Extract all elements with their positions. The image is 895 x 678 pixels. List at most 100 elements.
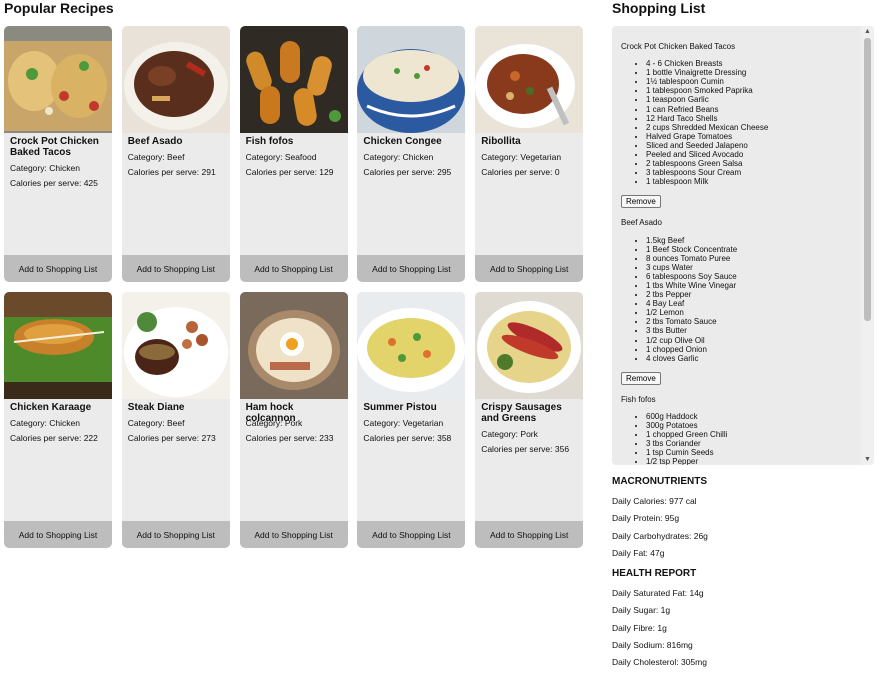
category-value: Vegetarian	[402, 418, 444, 428]
ingredient-item: 1 Beef Stock Concentrate	[646, 245, 860, 254]
category-value: Vegetarian	[520, 152, 562, 162]
recipe-photo	[4, 292, 112, 399]
recipe-name: Chicken Congee	[363, 136, 442, 147]
recipe-calories: Calories per serve: 295	[363, 167, 451, 177]
shopping-list-recipe-title: Crock Pot Chicken Baked Tacos	[621, 42, 736, 51]
category-label: Category:	[245, 152, 285, 162]
shopping-list-panel[interactable]: Crock Pot Chicken Baked Tacos 4 - 6 Chick…	[612, 26, 874, 465]
health-report-heading: HEALTH REPORT	[612, 568, 697, 579]
macronutrient-line: Daily Carbohydrates: 26g	[612, 530, 708, 541]
category-label: Category:	[363, 152, 403, 162]
recipe-name: Beef Asado	[127, 136, 183, 147]
ingredient-item: 1 chopped Onion	[646, 345, 860, 354]
ingredient-item: 1 can Refried Beans	[646, 105, 860, 114]
calories-label: Calories per serve:	[481, 167, 555, 177]
recipe-photo	[239, 292, 348, 399]
add-to-shopping-list-button[interactable]: Add to Shopping List	[4, 255, 112, 282]
category-value: Chicken	[49, 418, 80, 428]
category-value: Pork	[284, 418, 303, 428]
health-report-line: Daily Sugar: 1g	[612, 605, 671, 616]
add-to-shopping-list-button[interactable]: Add to Shopping List	[357, 521, 466, 548]
add-to-shopping-list-button[interactable]: Add to Shopping List	[475, 255, 584, 282]
calories-label: Calories per serve:	[245, 433, 320, 443]
recipe-card: Crock Pot Chicken Baked Tacos Category: C…	[4, 26, 112, 282]
recipe-name: Steak Diane	[127, 402, 185, 413]
scroll-thumb[interactable]	[864, 38, 871, 321]
ingredient-item: 4 Bay Leaf	[646, 299, 860, 308]
ingredient-item: 1 tablespoon Smoked Paprika	[646, 86, 860, 95]
macronutrient-line: Daily Protein: 95g	[612, 513, 680, 524]
ingredient-item: 600g Haddock	[646, 412, 860, 421]
ingredient-item: 4 - 6 Chicken Breasts	[646, 59, 860, 68]
health-report-line: Daily Cholesterol: 305mg	[612, 657, 707, 668]
ingredient-item: 2 tbs Pepper	[646, 290, 860, 299]
recipe-calories: Calories per serve: 222	[10, 433, 98, 443]
recipe-photo	[357, 26, 466, 133]
calories-value: 233	[319, 433, 334, 443]
recipe-calories: Calories per serve: 356	[481, 444, 569, 454]
ingredient-list: 600g Haddock300g Potatoes1 chopped Green…	[621, 412, 860, 465]
ingredient-item: 1/2 tsp Pepper	[646, 457, 860, 465]
ingredient-item: 1 tbs White Wine Vinegar	[646, 281, 860, 290]
recipe-category: Category: Seafood	[246, 152, 317, 162]
category-value: Chicken	[49, 163, 80, 173]
ingredient-item: 8 ounces Tomato Puree	[646, 254, 860, 263]
ingredient-item: 1 teaspoon Garlic	[646, 95, 860, 104]
calories-label: Calories per serve:	[10, 178, 84, 188]
ingredient-list: 1.5kg Beef1 Beef Stock Concentrate8 ounc…	[621, 236, 860, 363]
recipe-card: Chicken Karaage Category: Chicken Calories…	[4, 292, 112, 548]
popular-recipes-heading: Popular Recipes	[4, 0, 114, 16]
ingredient-item: 2 tablespoons Green Salsa	[646, 159, 860, 168]
add-to-shopping-list-button[interactable]: Add to Shopping List	[475, 521, 584, 548]
ingredient-item: 300g Potatoes	[646, 421, 860, 430]
shopping-list-recipe-title: Beef Asado	[621, 218, 662, 228]
recipe-category: Category: Pork	[246, 418, 303, 428]
ingredient-item: 1 tsp Cumin Seeds	[646, 448, 860, 457]
ingredient-item: 3 cups Water	[646, 263, 860, 272]
calories-value: 222	[83, 433, 98, 443]
add-to-shopping-list-button[interactable]: Add to Shopping List	[121, 521, 230, 548]
calories-value: 0	[554, 167, 560, 177]
recipe-category: Category: Vegetarian	[481, 152, 561, 162]
add-to-shopping-list-button[interactable]: Add to Shopping List	[121, 255, 230, 282]
add-to-shopping-list-button[interactable]: Add to Shopping List	[239, 255, 348, 282]
recipe-category: Category: Pork	[481, 429, 538, 439]
ingredient-item: 1 tablespoon Milk	[646, 177, 860, 186]
add-to-shopping-list-button[interactable]: Add to Shopping List	[4, 521, 112, 548]
add-to-shopping-list-button[interactable]: Add to Shopping List	[239, 521, 348, 548]
recipe-category: Category: Chicken	[363, 152, 433, 162]
category-value: Beef	[167, 418, 185, 428]
recipe-category: Category: Chicken	[10, 163, 80, 173]
macronutrients-heading: MACRONUTRIENTS	[612, 476, 707, 487]
macronutrient-line: Daily Fat: 47g	[612, 547, 665, 558]
ingredient-item: 3 tbs Butter	[646, 326, 860, 335]
category-label: Category:	[127, 418, 168, 428]
recipe-category: Category: Beef	[128, 418, 185, 428]
calories-value: 291	[201, 167, 216, 177]
category-label: Category:	[10, 163, 50, 173]
ingredient-item: 1/2 Lemon	[646, 308, 860, 317]
calories-value: 295	[437, 167, 452, 177]
ingredient-list: 4 - 6 Chicken Breasts1 bottle Vinaigrett…	[621, 59, 860, 186]
ingredient-item: 1½ tablespoon Cumin	[646, 77, 860, 86]
health-report-line: Daily Saturated Fat: 14g	[612, 588, 704, 598]
recipe-card: Chicken Congee Category: Chicken Calories …	[357, 26, 466, 282]
shopping-list-heading: Shopping List	[612, 0, 706, 16]
calories-value: 425	[83, 178, 98, 188]
ingredient-item: Peeled and Sliced Avocado	[646, 150, 860, 159]
recipe-category: Category: Chicken	[10, 418, 80, 428]
shopping-list-scrollbar[interactable]: ▲ ▼	[861, 26, 874, 465]
remove-button[interactable]: Remove	[621, 371, 661, 385]
add-to-shopping-list-button[interactable]: Add to Shopping List	[357, 255, 466, 282]
calories-value: 129	[319, 167, 334, 177]
recipe-calories: Calories per serve: 425	[10, 178, 98, 188]
remove-button[interactable]: Remove	[621, 195, 661, 209]
scroll-down-icon[interactable]: ▼	[864, 456, 871, 463]
scroll-up-icon[interactable]: ▲	[864, 28, 871, 35]
category-label: Category:	[481, 152, 521, 162]
calories-label: Calories per serve:	[127, 167, 202, 177]
recipe-photo	[357, 292, 466, 399]
recipe-card: Steak Diane Category: Beef Calories per se…	[121, 292, 230, 548]
calories-label: Calories per serve:	[363, 167, 438, 177]
calories-label: Calories per serve:	[245, 167, 320, 177]
